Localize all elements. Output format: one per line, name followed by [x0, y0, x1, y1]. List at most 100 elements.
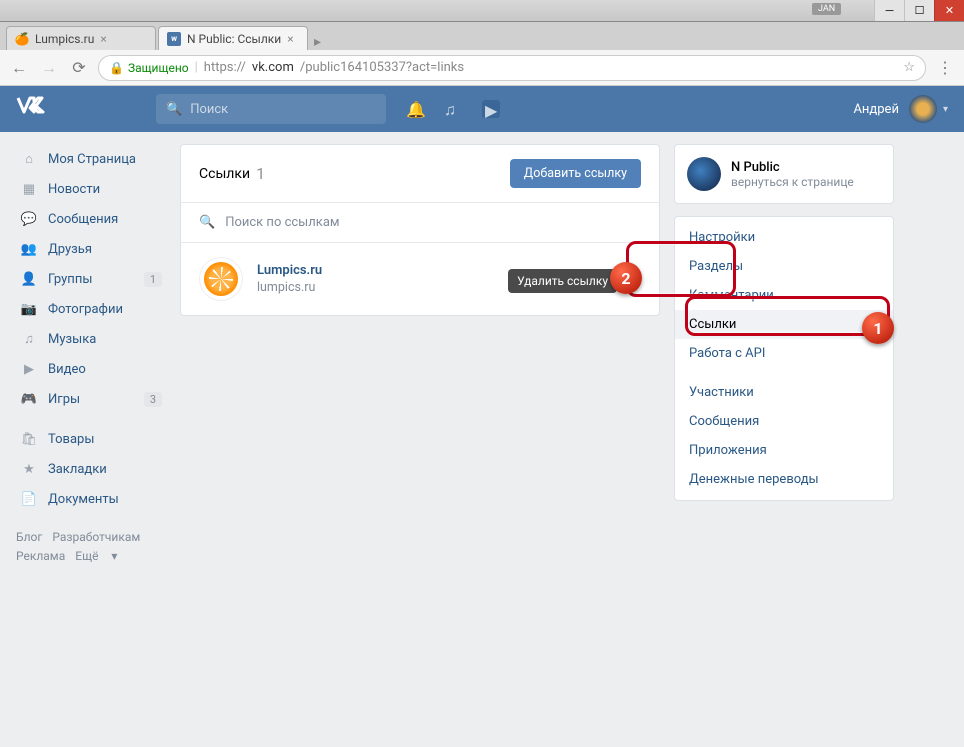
- nav-documents[interactable]: 📄Документы: [16, 484, 166, 514]
- panel-count: 1: [256, 164, 265, 183]
- nav-market[interactable]: 🛍Товары: [16, 424, 166, 454]
- lock-icon: 🔒 Защищено: [109, 61, 189, 75]
- panel-header: Ссылки 1 Добавить ссылку: [181, 145, 659, 203]
- orange-icon: 🍊: [15, 32, 29, 46]
- settings-money[interactable]: Денежные переводы: [675, 465, 893, 494]
- settings-members[interactable]: Участники: [675, 378, 893, 407]
- nav-label: Закладки: [48, 462, 107, 477]
- menu-icon[interactable]: ⋮: [934, 57, 956, 79]
- left-nav: ⌂ Моя Страница ▦Новости 💬 Сообщения 👥Друзь…: [16, 144, 166, 735]
- nav-messages[interactable]: 💬 Сообщения: [16, 204, 166, 234]
- forward-button[interactable]: →: [38, 57, 60, 79]
- nav-video[interactable]: ▶ Видео: [16, 354, 166, 384]
- jan-badge: JAN: [812, 3, 841, 15]
- nav-photos[interactable]: 📷Фотографии: [16, 294, 166, 324]
- browser-toolbar: ← → ⟳ 🔒 Защищено | https://vk.com/public…: [0, 50, 964, 86]
- browser-tabstrip: 🍊 Lumpics.ru × w N Public: Ссылки × ▸: [0, 22, 964, 50]
- nav-games[interactable]: 🎮Игры3: [16, 384, 166, 414]
- reload-button[interactable]: ⟳: [68, 57, 90, 79]
- new-tab-button[interactable]: ▸: [314, 34, 321, 50]
- vk-logo[interactable]: [16, 94, 156, 124]
- nav-badge: 3: [144, 392, 162, 407]
- back-button[interactable]: ←: [8, 57, 30, 79]
- nav-groups[interactable]: 👤Группы1: [16, 264, 166, 294]
- username[interactable]: Андрей: [853, 102, 899, 117]
- settings-sections[interactable]: Разделы: [675, 252, 893, 281]
- nav-label: Игры: [48, 392, 80, 407]
- home-icon: ⌂: [20, 150, 38, 168]
- bell-icon[interactable]: 🔔: [406, 100, 424, 118]
- browser-tab-lumpics[interactable]: 🍊 Lumpics.ru ×: [6, 26, 156, 50]
- panel-title: Ссылки: [199, 166, 250, 182]
- url-proto: https://: [204, 60, 246, 75]
- nav-label: Товары: [48, 432, 94, 447]
- video-icon: ▶: [20, 360, 38, 378]
- search-placeholder: Поиск по ссылкам: [225, 215, 339, 230]
- window-maximize-button[interactable]: ☐: [904, 0, 934, 21]
- nav-news[interactable]: ▦Новости: [16, 174, 166, 204]
- nav-music[interactable]: ♫ Музыка: [16, 324, 166, 354]
- group-name: N Public: [731, 160, 854, 175]
- play-icon[interactable]: ▶: [482, 100, 500, 118]
- window-close-button[interactable]: ✕: [934, 0, 964, 21]
- tab-title: Lumpics.ru: [35, 32, 94, 46]
- settings-apps[interactable]: Приложения: [675, 436, 893, 465]
- group-header[interactable]: N Public вернуться к странице: [674, 144, 894, 204]
- nav-label: Фотографии: [48, 302, 123, 317]
- settings-menu: Настройки Разделы Комментарии Ссылки Раб…: [674, 216, 894, 501]
- link-row[interactable]: Lumpics.ru lumpics.ru ✕ Удалить ссылку: [181, 243, 659, 315]
- nav-friends[interactable]: 👥Друзья: [16, 234, 166, 264]
- settings-links[interactable]: Ссылки: [675, 310, 893, 339]
- link-title[interactable]: Lumpics.ru: [257, 263, 322, 278]
- orange-icon: [204, 262, 238, 296]
- music-icon: ♫: [20, 330, 38, 348]
- nav-my-page[interactable]: ⌂ Моя Страница: [16, 144, 166, 174]
- nav-label: Моя Страница: [48, 152, 136, 167]
- group-avatar: [687, 157, 721, 191]
- tab-title: N Public: Ссылки: [187, 32, 281, 46]
- nav-bookmarks[interactable]: ★ Закладки: [16, 454, 166, 484]
- browser-tab-vk[interactable]: w N Public: Ссылки ×: [158, 26, 308, 50]
- url-path: /public164105337?act=links: [300, 60, 464, 75]
- close-icon[interactable]: ×: [287, 32, 293, 46]
- star-icon[interactable]: ☆: [903, 60, 915, 75]
- settings-messages[interactable]: Сообщения: [675, 407, 893, 436]
- nav-label: Новости: [48, 182, 100, 197]
- window-titlebar: JAN ─ ☐ ✕: [0, 0, 964, 22]
- nav-label: Документы: [48, 492, 119, 507]
- footer-dev[interactable]: Разработчикам: [52, 530, 140, 544]
- links-search[interactable]: 🔍 Поиск по ссылкам: [181, 203, 659, 243]
- header-search[interactable]: 🔍 Поиск: [156, 94, 386, 124]
- footer-blog[interactable]: Блог: [16, 530, 42, 544]
- groups-icon: 👤: [20, 270, 38, 288]
- nav-label: Музыка: [48, 332, 96, 347]
- delete-link-button[interactable]: ✕: [623, 281, 635, 297]
- footer-more[interactable]: Ещё ▾: [75, 549, 117, 563]
- link-avatar: [199, 257, 243, 301]
- address-bar[interactable]: 🔒 Защищено | https://vk.com/public164105…: [98, 55, 926, 81]
- star-icon: ★: [20, 460, 38, 478]
- settings-comments[interactable]: Комментарии: [675, 281, 893, 310]
- right-sidebar: N Public вернуться к странице Настройки …: [674, 144, 894, 501]
- message-icon: 💬: [20, 210, 38, 228]
- nav-label: Сообщения: [48, 212, 118, 227]
- back-to-page[interactable]: вернуться к странице: [731, 175, 854, 189]
- footer-ads[interactable]: Реклама: [16, 549, 65, 563]
- user-avatar[interactable]: [909, 95, 937, 123]
- chevron-down-icon[interactable]: ▾: [943, 104, 948, 115]
- url-host: vk.com: [252, 60, 294, 75]
- settings-api[interactable]: Работа с API: [675, 339, 893, 368]
- music-icon[interactable]: ♫: [444, 100, 462, 118]
- nav-label: Друзья: [48, 242, 92, 257]
- close-icon[interactable]: ×: [100, 32, 106, 46]
- page-content: ⌂ Моя Страница ▦Новости 💬 Сообщения 👥Друзь…: [0, 132, 964, 747]
- settings-main[interactable]: Настройки: [675, 223, 893, 252]
- vk-header: 🔍 Поиск 🔔 ♫ ▶ Андрей ▾: [0, 86, 964, 132]
- add-link-button[interactable]: Добавить ссылку: [510, 159, 641, 188]
- window-minimize-button[interactable]: ─: [874, 0, 904, 21]
- links-panel: Ссылки 1 Добавить ссылку 🔍 Поиск по ссыл…: [180, 144, 660, 316]
- secure-label: Защищено: [128, 61, 189, 75]
- nav-label: Видео: [48, 362, 86, 377]
- search-icon: 🔍: [166, 102, 182, 117]
- footer-links: Блог Разработчикам Реклама Ещё ▾: [16, 528, 166, 566]
